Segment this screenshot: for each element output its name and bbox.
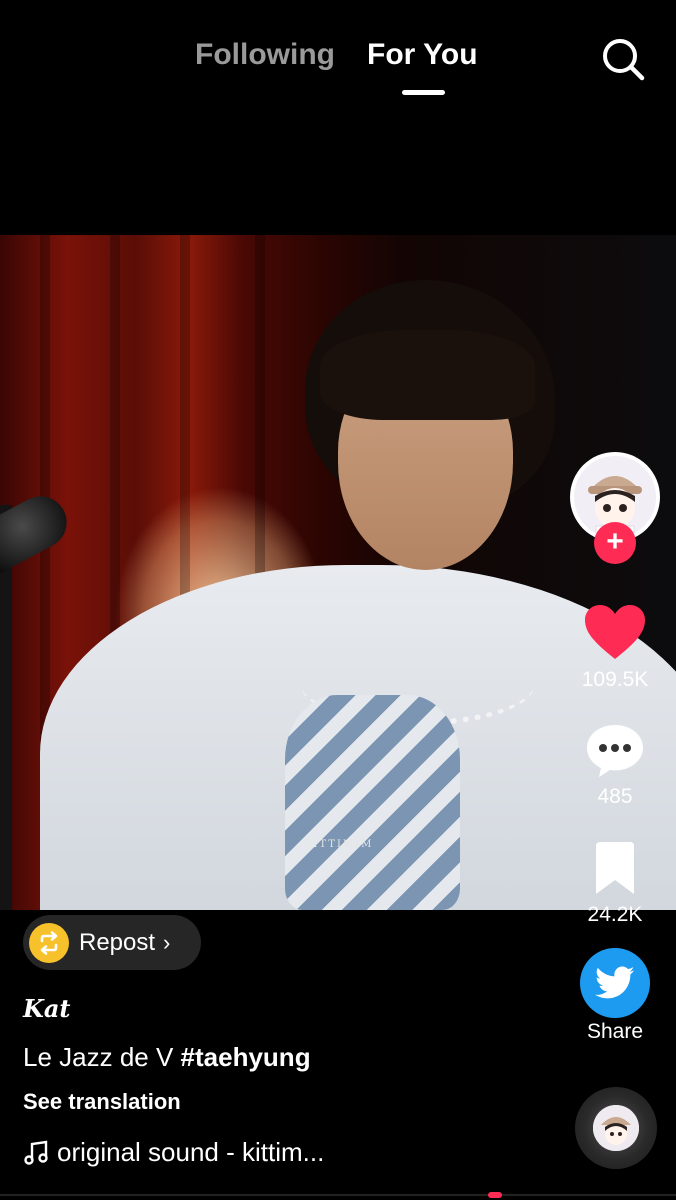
active-tab-indicator [402, 90, 445, 95]
patterned-scarf [285, 695, 460, 910]
caption-text: Le Jazz de V [23, 1042, 181, 1072]
repost-button[interactable]: Repost › [23, 915, 201, 970]
comment-button[interactable]: 485 [570, 722, 660, 809]
heart-icon [585, 605, 645, 659]
repost-label: Repost [79, 928, 156, 956]
progress-track [0, 1194, 676, 1196]
like-button[interactable]: 109.5K [570, 603, 660, 692]
comment-count: 485 [597, 785, 633, 808]
progress-indicator [488, 1192, 502, 1198]
see-translation-link[interactable]: See translation [23, 1089, 181, 1115]
save-count: 24.2K [587, 903, 643, 926]
share-button[interactable]: Share [570, 948, 660, 1044]
video-caption: Le Jazz de V #taehyung [23, 1042, 311, 1073]
music-note-icon [24, 1140, 48, 1165]
tab-for-you[interactable]: For You [367, 38, 478, 72]
repost-icon [29, 922, 69, 963]
video-watermark: KITTIMIM [304, 839, 374, 850]
sound-name: original sound - kittim... [57, 1137, 325, 1167]
follow-button[interactable]: + [594, 522, 636, 564]
save-button[interactable]: 24.2K [570, 840, 660, 927]
hair-fringe [320, 330, 535, 420]
music-disc[interactable] [575, 1087, 657, 1169]
chevron-right-icon: › [163, 929, 171, 955]
search-icon[interactable] [600, 36, 646, 82]
sound-link[interactable]: original sound - kittim... [23, 1137, 324, 1168]
top-navigation: Following For You [0, 0, 676, 110]
like-count: 109.5K [581, 668, 649, 691]
comment-icon [587, 725, 643, 777]
sound-avatar [593, 1105, 639, 1151]
share-circle [580, 948, 650, 1018]
creator-username[interactable]: Kat [23, 994, 71, 1023]
twitter-icon [595, 966, 635, 999]
bookmark-icon [596, 842, 634, 894]
tab-following[interactable]: Following [195, 38, 335, 72]
hashtag-link[interactable]: #taehyung [181, 1042, 311, 1072]
share-label: Share [586, 1020, 644, 1043]
